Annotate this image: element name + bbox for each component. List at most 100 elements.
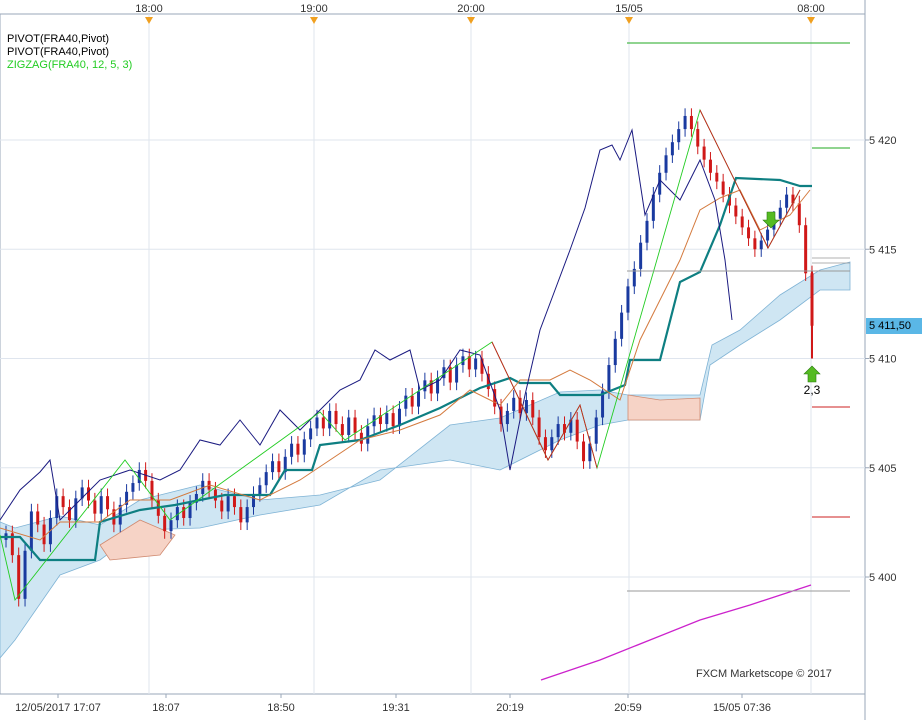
top-time-label: 15/05 <box>615 3 643 15</box>
candle-body <box>410 395 414 407</box>
bottom-time-label: 18:50 <box>267 702 295 714</box>
candle-body <box>328 410 332 429</box>
candle-body <box>797 203 801 226</box>
candle-body <box>182 507 186 519</box>
candle-body <box>131 483 135 492</box>
candle-body <box>417 391 421 407</box>
candle-body <box>23 550 27 599</box>
candle-body <box>36 511 40 525</box>
candle-body <box>582 441 586 462</box>
candle-body <box>626 286 630 313</box>
plot-area <box>0 13 866 695</box>
candle-body <box>785 194 789 208</box>
candle-body <box>245 507 249 523</box>
candle-body <box>556 424 560 438</box>
bottom-time-label: 18:07 <box>152 702 180 714</box>
top-time-label: 20:00 <box>457 3 485 15</box>
candle-body <box>264 472 268 486</box>
candle-body <box>505 410 509 425</box>
candle-body <box>290 443 294 457</box>
candle-body <box>340 424 344 435</box>
top-time-label: 08:00 <box>797 3 825 15</box>
candle-body <box>778 207 782 219</box>
candle-body <box>220 500 224 512</box>
candle-body <box>683 115 687 130</box>
candle-body <box>42 524 46 545</box>
candle-body <box>721 181 725 195</box>
candle-body <box>620 312 624 339</box>
candle-body <box>258 485 262 494</box>
bottom-time-label: 19:31 <box>382 702 410 714</box>
candle-body <box>239 507 243 523</box>
bottom-time-label: 15/05 07:36 <box>713 702 771 714</box>
candle-body <box>391 413 395 427</box>
top-time-label: 18:00 <box>135 3 163 15</box>
candle-body <box>753 238 757 250</box>
candle-body <box>747 227 751 239</box>
candle-body <box>524 400 528 414</box>
candle-body <box>296 443 300 455</box>
candle-body <box>232 496 236 508</box>
candle-body <box>163 515 167 532</box>
candle-body <box>169 520 173 532</box>
top-time-label: 19:00 <box>300 3 328 15</box>
candle-body <box>702 146 706 160</box>
candle-body <box>106 496 110 510</box>
candle-body <box>689 115 693 130</box>
chart-svg: 18:00 19:00 20:00 15/05 08:00 12/05/2017 17:0… <box>0 0 897 720</box>
candle-body <box>740 216 744 228</box>
candle-body <box>474 358 478 370</box>
candle-body <box>315 417 319 429</box>
candle-body <box>759 240 763 250</box>
candle-body <box>309 428 313 440</box>
candle-body <box>271 461 275 473</box>
y-tick-label: 5 405 <box>869 463 897 475</box>
candle-body <box>537 417 541 438</box>
candle-body <box>613 338 617 366</box>
candle-body <box>677 129 681 143</box>
candle-body <box>708 159 712 173</box>
candle-body <box>61 496 65 508</box>
bottom-time-label: 12/05/2017 17:07 <box>15 702 101 714</box>
legend-item-zigzag[interactable]: ZIGZAG(FRA40, 12, 5, 3) <box>7 59 132 72</box>
candle-body <box>99 496 103 514</box>
current-price-badge: 5 411,50 <box>866 318 922 334</box>
candle-body <box>670 142 674 156</box>
candle-body <box>632 268 636 287</box>
credit-text: FXCM Marketscope © 2017 <box>696 668 832 680</box>
y-tick-label: 5 410 <box>869 354 897 366</box>
legend-item-pivot-1[interactable]: PIVOT(FRA40,Pivot) <box>7 33 132 46</box>
candle-body <box>366 426 370 444</box>
candle-body <box>277 461 281 473</box>
candle-body <box>645 220 649 243</box>
y-tick-label: 5 420 <box>869 135 897 147</box>
candle-body <box>607 365 611 392</box>
candle-body <box>302 439 306 455</box>
candle-body <box>594 417 598 444</box>
candle-body <box>321 417 325 429</box>
y-tick-label: 5 400 <box>869 572 897 584</box>
candle-body <box>347 417 351 435</box>
candle-body <box>87 487 91 501</box>
candle-body <box>74 498 78 521</box>
candle-body <box>715 172 719 182</box>
price-chart[interactable]: 18:00 19:00 20:00 15/05 08:00 12/05/2017 17:0… <box>0 0 923 720</box>
candle-body <box>404 395 408 409</box>
candle-body <box>575 419 579 442</box>
candle-body <box>226 496 230 512</box>
candle-body <box>385 413 389 425</box>
candle-body <box>543 437 547 451</box>
candle-body <box>550 437 554 451</box>
candle-body <box>29 511 33 551</box>
candle-body <box>664 155 668 173</box>
candle-body <box>531 400 535 418</box>
candle-body <box>804 225 808 274</box>
bottom-time-label: 20:59 <box>614 702 642 714</box>
candle-body <box>334 410 338 425</box>
candle-body <box>734 205 738 217</box>
candle-body <box>512 397 516 411</box>
arrow-annotation-label: 2,3 <box>804 383 821 397</box>
legend-item-pivot-2[interactable]: PIVOT(FRA40,Pivot) <box>7 46 132 59</box>
candle-body <box>455 365 459 383</box>
candle-body <box>766 229 770 241</box>
